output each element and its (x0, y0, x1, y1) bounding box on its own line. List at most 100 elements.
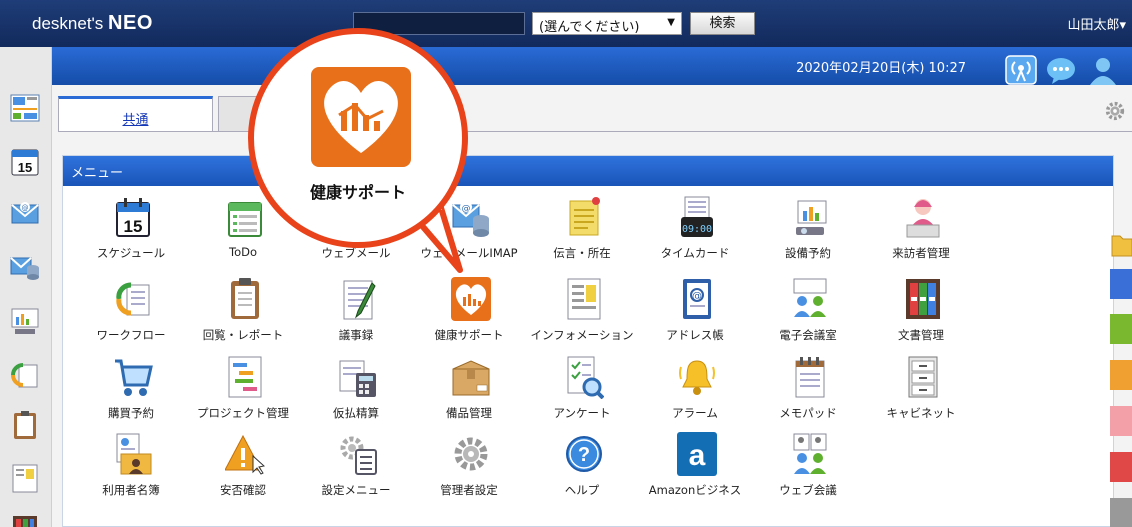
current-datetime: 2020年02月20日(木) 10:27 (796, 61, 966, 76)
color-swatch-blue[interactable] (1110, 269, 1132, 299)
menu-item-amazon-business[interactable]: a Amazonビジネス (639, 432, 751, 506)
callout-label: 健康サポート (309, 183, 406, 202)
app-logo[interactable]: desknet's NEO (32, 12, 153, 35)
help-icon: ? (566, 436, 602, 472)
portal-icon[interactable] (9, 92, 41, 124)
menu-panel-title: メニュー (63, 156, 1113, 186)
menu-item-memo[interactable]: メモパッド (752, 355, 864, 429)
broadcast-icon[interactable] (1004, 55, 1038, 85)
user-icon[interactable] (1086, 55, 1120, 85)
menu-item-purchase[interactable]: 購買予約 (75, 355, 187, 429)
folder-icon[interactable] (1110, 228, 1132, 258)
callout-bubble: 健康サポート (248, 28, 468, 248)
menu-item-label: ウェブ会議 (779, 483, 837, 497)
box-icon (452, 360, 490, 396)
color-swatch-orange[interactable] (1110, 360, 1132, 390)
color-swatch-pink[interactable] (1110, 406, 1132, 436)
menu-item-survey[interactable]: アンケート (526, 355, 638, 429)
tab-common[interactable]: 共通 (58, 96, 213, 132)
cabinet-icon (908, 356, 938, 398)
menu-item-minutes[interactable]: 議事録 (300, 277, 412, 351)
menu-item-visitor[interactable]: 来訪者管理 (865, 195, 977, 269)
menu-item-label: キャビネット (886, 406, 956, 420)
menu-item-label: Amazonビジネス (648, 483, 742, 497)
color-swatch-green[interactable] (1110, 314, 1132, 344)
gear-icon[interactable] (1104, 100, 1126, 122)
mail-icon[interactable]: @ (9, 197, 41, 229)
information-icon (567, 278, 601, 320)
admin-gear-icon (454, 437, 488, 471)
warning-icon (225, 434, 265, 475)
menu-item-message[interactable]: 伝言・所在 (526, 195, 638, 269)
chat-icon[interactable] (1044, 55, 1078, 85)
menu-item-schedule[interactable]: 15 スケジュール (75, 195, 187, 269)
projector-icon (796, 200, 827, 235)
menu-item-label: プロジェクト管理 (197, 406, 289, 420)
info-bar: 2020年02月20日(木) 10:27 (52, 47, 1132, 85)
top-header: desknet's NEO (選んでください) ▼ 検索 山田太郎▾ (0, 0, 1132, 47)
menu-item-expenses[interactable]: 仮払精算 (300, 355, 412, 429)
circular-icon[interactable] (9, 409, 41, 441)
minutes-icon (343, 280, 376, 320)
survey-icon (567, 356, 604, 399)
menu-item-user-directory[interactable]: 利用者名簿 (75, 432, 187, 506)
menu-item-admin-settings[interactable]: 管理者設定 (413, 432, 525, 506)
menu-item-alarm[interactable]: アラーム (639, 355, 751, 429)
workflow-icon[interactable] (9, 359, 41, 391)
menu-item-information[interactable]: インフォメーション (526, 277, 638, 351)
menu-item-forum[interactable]: 電子会議室 (752, 277, 864, 351)
menu-item-label: ヘルプ (564, 483, 600, 497)
dropdown-arrow-icon: ▼ (667, 17, 675, 28)
menu-item-documents[interactable]: 文書管理 (865, 277, 977, 351)
menu-item-label: ワークフロー (96, 328, 166, 342)
menu-item-label: 健康サポート (434, 328, 504, 342)
menu-item-equipment[interactable]: 備品管理 (413, 355, 525, 429)
menu-item-project[interactable]: プロジェクト管理 (187, 355, 299, 429)
menu-item-address-book[interactable]: @ アドレス帳 (639, 277, 751, 351)
svg-text:?: ? (578, 444, 590, 466)
health-support-icon (311, 67, 411, 167)
menu-item-label: インフォメーション (530, 328, 634, 342)
menu-item-help[interactable]: ? ヘルプ (526, 432, 638, 506)
menu-item-label: 利用者名簿 (102, 483, 160, 497)
menu-item-label: アドレス帳 (666, 328, 724, 342)
menu-item-label: ToDo (229, 245, 257, 259)
amazon-icon: a (677, 432, 717, 476)
timecard-icon: 09:00 (681, 196, 713, 237)
user-menu[interactable]: 山田太郎▾ (1067, 14, 1126, 33)
menu-item-safety-check[interactable]: 安否確認 (187, 432, 299, 506)
search-button[interactable]: 検索 (690, 12, 755, 35)
calendar-icon[interactable]: 15 (9, 145, 41, 177)
svg-text:@: @ (692, 291, 702, 302)
menu-item-label: 備品管理 (446, 406, 492, 420)
menu-item-label: 電子会議室 (779, 328, 837, 342)
menu-item-timecard[interactable]: 09:00 タイムカード (639, 195, 751, 269)
notepad-icon (795, 357, 825, 398)
information-icon[interactable] (9, 462, 41, 494)
menu-item-label: アンケート (553, 406, 611, 420)
menu-item-cabinet[interactable]: キャビネット (865, 355, 977, 429)
color-swatch-gray[interactable] (1110, 498, 1132, 527)
left-shortcut-rail: 15 @ (0, 47, 52, 527)
cart-icon (115, 359, 153, 396)
menu-item-label: 伝言・所在 (553, 246, 611, 260)
clipboard-icon (231, 278, 259, 319)
menu-item-web-conference[interactable]: ウェブ会議 (752, 432, 864, 506)
mail-imap-icon[interactable] (9, 250, 41, 282)
web-conference-icon (793, 433, 827, 474)
document-icon[interactable] (9, 512, 41, 527)
color-swatch-red[interactable] (1110, 452, 1132, 482)
user-directory-icon (116, 433, 152, 475)
menu-item-settings[interactable]: 設定メニュー (300, 432, 412, 506)
menu-item-facility[interactable]: 設備予約 (752, 195, 864, 269)
menu-item-health-support[interactable]: 健康サポート (413, 277, 525, 351)
menu-item-label: 購買予約 (108, 406, 154, 420)
menu-item-label: スケジュール (96, 246, 166, 260)
calculator-icon (339, 360, 376, 397)
menu-item-label: 回覧・レポート (202, 328, 284, 342)
menu-item-circular[interactable]: 回覧・レポート (187, 277, 299, 351)
menu-item-workflow[interactable]: ワークフロー (75, 277, 187, 351)
facility-icon[interactable] (9, 305, 41, 337)
workflow-icon (116, 282, 150, 316)
search-scope-select[interactable]: (選んでください) ▼ (532, 12, 682, 35)
